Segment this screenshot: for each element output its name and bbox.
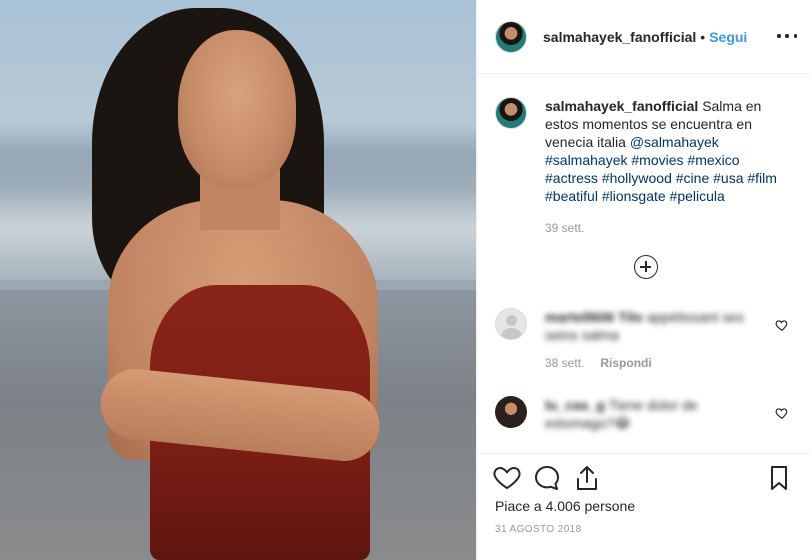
more-options-icon[interactable] — [777, 26, 797, 46]
post-date[interactable]: 31 AGOSTO 2018 — [495, 524, 582, 535]
action-icons — [493, 464, 793, 492]
hashtag[interactable]: #lionsgate — [602, 188, 666, 204]
comment-meta: 38 sett. Rispondi — [545, 356, 765, 370]
commenter-username[interactable]: lu_cas_g — [545, 397, 605, 413]
caption-text: salmahayek_fanofficial Salma en estos mo… — [545, 97, 795, 237]
hashtag[interactable]: #actress — [545, 170, 598, 186]
author-avatar[interactable] — [495, 20, 527, 53]
hashtag[interactable]: #usa — [713, 170, 743, 186]
reply-button[interactable]: Rispondi — [600, 356, 651, 370]
hashtag[interactable]: #beatiful — [545, 188, 598, 204]
hashtag[interactable]: #film — [747, 170, 777, 186]
share-icon[interactable] — [573, 464, 601, 492]
comments-section[interactable]: salmahayek_fanofficial Salma en estos mo… — [477, 75, 810, 455]
caption-mention[interactable]: @salmahayek — [630, 134, 719, 150]
heart-icon[interactable] — [493, 464, 521, 492]
post-header: salmahayek_fanofficial • Segui — [477, 0, 810, 74]
commenter-avatar[interactable] — [495, 308, 527, 340]
caption-avatar[interactable] — [495, 97, 527, 129]
comment-text: martell606 Tilo appétissant ses seins sa… — [545, 308, 765, 344]
caption-time[interactable]: 39 sett. — [545, 219, 795, 237]
photo-face — [178, 30, 296, 188]
header-separator: • — [700, 28, 706, 45]
hashtag[interactable]: #mexico — [687, 152, 739, 168]
hashtag[interactable]: #salmahayek — [545, 152, 628, 168]
more-dot — [785, 34, 789, 38]
comment-time[interactable]: 38 sett. — [545, 356, 584, 370]
commenter-username[interactable]: martell606 Tilo — [545, 309, 643, 325]
post-actions: Piace a 4.006 persone 31 AGOSTO 2018 — [477, 453, 810, 560]
comment-icon[interactable] — [533, 464, 561, 492]
caption: salmahayek_fanofficial Salma en estos mo… — [495, 97, 795, 237]
comment-body: martell606 Tilo appétissant ses seins sa… — [545, 308, 765, 370]
comment-heart-icon[interactable] — [775, 318, 789, 332]
likes-count[interactable]: Piace a 4.006 persone — [495, 498, 635, 514]
post-photo[interactable] — [0, 0, 476, 560]
comment-heart-icon[interactable] — [775, 406, 789, 420]
hashtag[interactable]: #hollywood — [602, 170, 672, 186]
more-dot — [793, 34, 797, 38]
comment-item: lu_cas_g Tiene dolor de estomago?😂 — [495, 396, 795, 432]
author-username[interactable]: salmahayek_fanofficial — [543, 29, 696, 45]
comment-text: lu_cas_g Tiene dolor de estomago?😂 — [545, 396, 765, 432]
hashtag[interactable]: #cine — [676, 170, 709, 186]
more-dot — [777, 34, 781, 38]
follow-button[interactable]: Segui — [709, 29, 747, 45]
comment-body: lu_cas_g Tiene dolor de estomago?😂 — [545, 396, 765, 432]
hashtag[interactable]: #movies — [631, 152, 683, 168]
post-side-panel: salmahayek_fanofficial • Segui salmahaye… — [476, 0, 810, 560]
hashtag[interactable]: #pelicula — [670, 188, 725, 204]
bookmark-icon[interactable] — [765, 464, 793, 492]
caption-username[interactable]: salmahayek_fanofficial — [545, 98, 698, 114]
load-more-comments-button[interactable] — [634, 255, 658, 279]
commenter-avatar[interactable] — [495, 396, 527, 428]
comment-item: martell606 Tilo appétissant ses seins sa… — [495, 308, 795, 370]
